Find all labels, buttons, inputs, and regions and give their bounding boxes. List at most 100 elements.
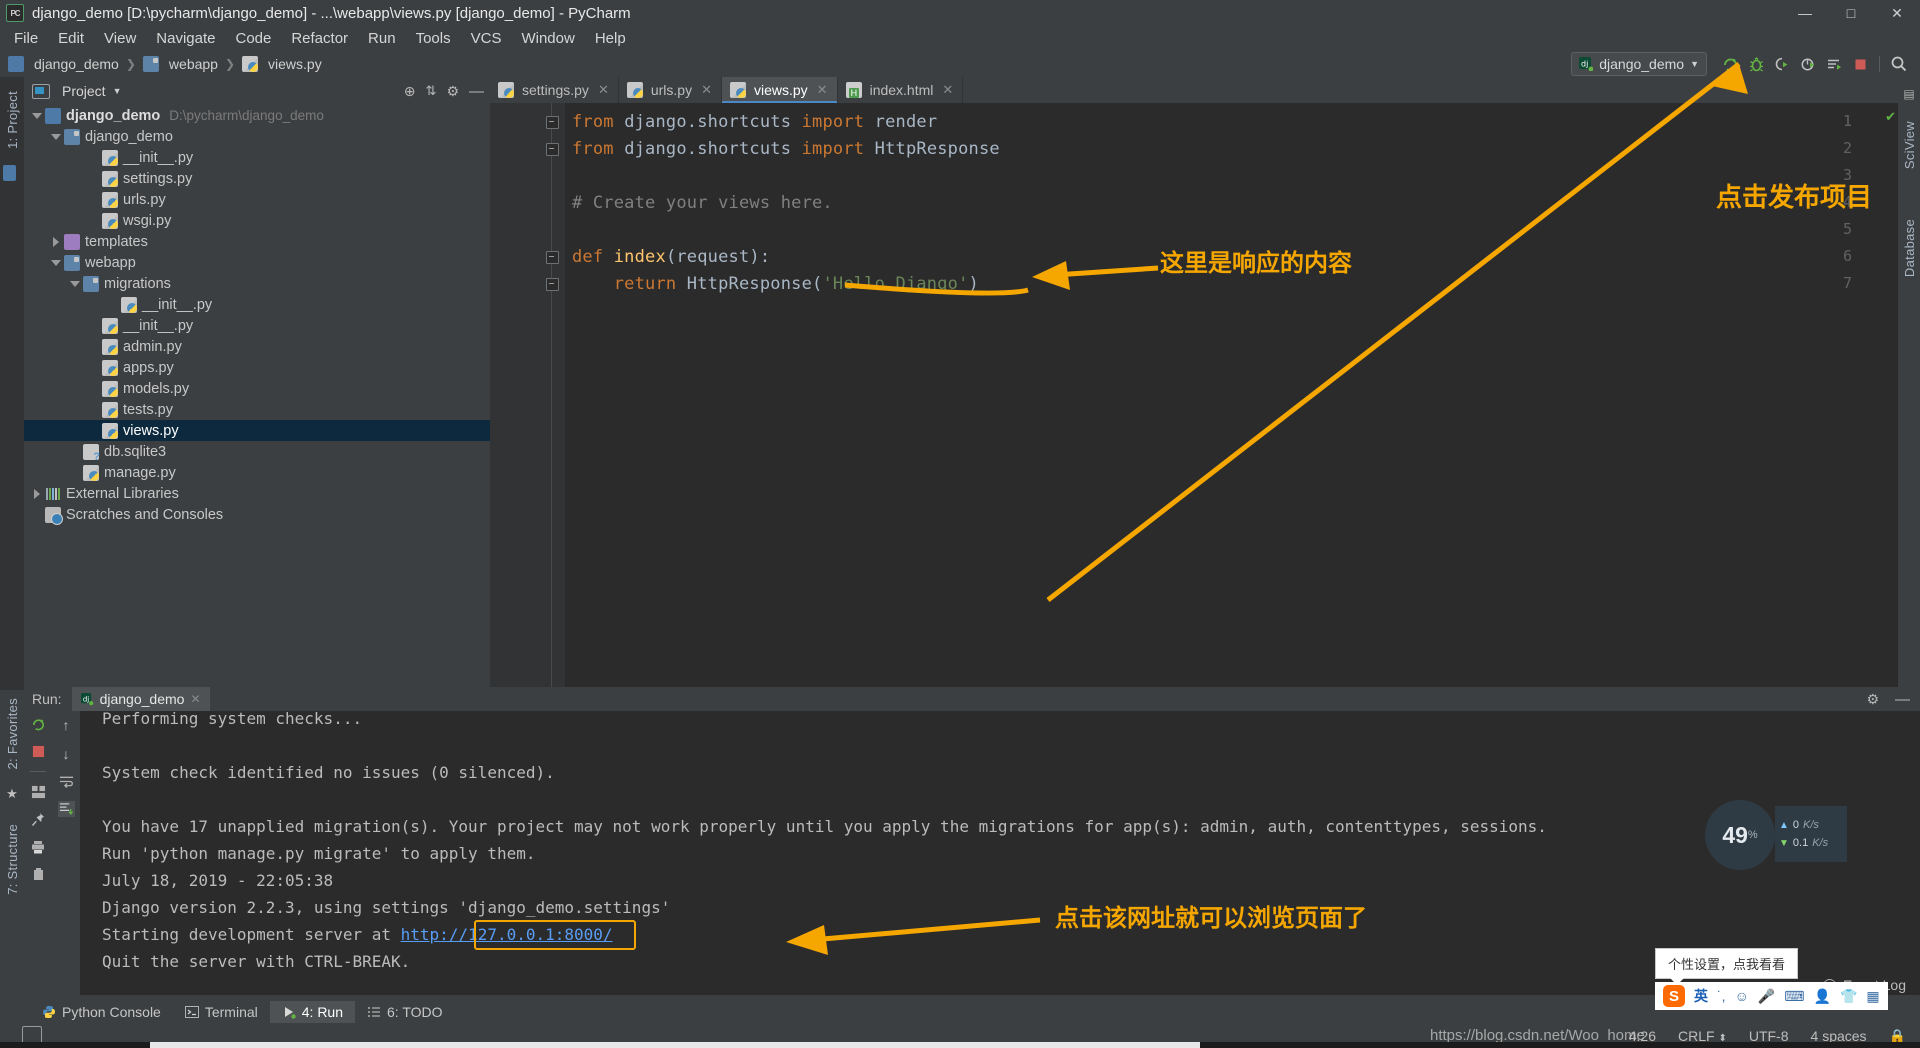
skin-icon[interactable]: 👕 — [1840, 988, 1857, 1005]
close-icon[interactable]: ✕ — [701, 82, 712, 98]
minimize-button[interactable]: — — [1782, 0, 1828, 26]
editor-tab-views-py[interactable]: views.py ✕ — [721, 77, 838, 103]
bottom-button-run[interactable]: 4: Run — [269, 1001, 355, 1023]
menu-run[interactable]: Run — [358, 27, 406, 50]
minimize-icon[interactable]: — — [1895, 691, 1910, 708]
tree-row[interactable]: webapp — [24, 252, 490, 273]
bottom-button-python-console[interactable]: Python Console — [30, 1001, 173, 1023]
voice-icon[interactable]: 🎤 — [1758, 988, 1775, 1005]
gear-icon[interactable]: ⚙ — [446, 83, 459, 100]
close-icon[interactable]: ✕ — [190, 692, 200, 706]
fold-marker-icon[interactable] — [546, 143, 559, 156]
collapse-all-icon[interactable]: ⇅ — [426, 83, 437, 99]
rerun-icon[interactable] — [31, 717, 46, 732]
tree-twisty-icon[interactable] — [49, 130, 62, 143]
run-console-output[interactable]: Performing system checks... System check … — [80, 711, 1920, 995]
run-tab-django-demo[interactable]: dj django_demo ✕ — [71, 687, 210, 711]
emoji-icon[interactable]: ☺ — [1735, 988, 1749, 1004]
tree-twisty-icon[interactable] — [30, 487, 43, 500]
tree-row[interactable]: __init__.py — [24, 147, 490, 168]
tree-row[interactable]: admin.py — [24, 336, 490, 357]
bottom-button-terminal[interactable]: Terminal — [173, 1001, 270, 1023]
locate-target-icon[interactable]: ⊕ — [404, 83, 416, 100]
tree-twisty-icon[interactable] — [49, 235, 62, 248]
tree-row[interactable]: settings.py — [24, 168, 490, 189]
folder-icon[interactable] — [3, 164, 16, 181]
run-with-console-icon[interactable] — [1821, 52, 1847, 76]
tree-row[interactable]: views.py — [24, 420, 490, 441]
tree-row[interactable]: __init__.py — [24, 294, 490, 315]
scroll-to-end-icon[interactable] — [57, 801, 75, 817]
stop-icon[interactable] — [32, 745, 45, 758]
stop-icon[interactable] — [1847, 52, 1873, 76]
sidebar-item-favorites[interactable]: 2: Favorites — [5, 698, 20, 770]
tree-row[interactable]: wsgi.py — [24, 210, 490, 231]
editor-marker-bar[interactable] — [1886, 103, 1898, 687]
project-tree[interactable]: django_demo D:\pycharm\django_demo django_… — [24, 105, 490, 687]
run-coverage-icon[interactable] — [1769, 52, 1795, 76]
sidebar-item-database[interactable]: Database — [1902, 219, 1917, 277]
tree-row[interactable]: db.sqlite3 — [24, 441, 490, 463]
punctuation-icon[interactable]: ˙, — [1717, 988, 1726, 1004]
fold-marker-icon[interactable] — [546, 116, 559, 129]
code-line[interactable]: # Create your views here. — [572, 193, 833, 213]
toolbox-icon[interactable]: ▦ — [1866, 988, 1879, 1005]
close-button[interactable]: ✕ — [1874, 0, 1920, 26]
pin-icon[interactable] — [31, 812, 45, 827]
tree-row[interactable]: models.py — [24, 378, 490, 399]
menu-edit[interactable]: Edit — [48, 27, 94, 50]
tree-row[interactable]: templates — [24, 231, 490, 252]
delete-icon[interactable] — [32, 867, 45, 881]
grid-icon[interactable]: ▤ — [1903, 87, 1914, 101]
tree-row[interactable]: tests.py — [24, 399, 490, 420]
sidebar-item-sciview[interactable]: SciView — [1902, 121, 1917, 169]
menu-navigate[interactable]: Navigate — [146, 27, 225, 50]
maximize-button[interactable]: □ — [1828, 0, 1874, 26]
menu-tools[interactable]: Tools — [406, 27, 461, 50]
sogou-logo-icon[interactable]: S — [1663, 985, 1685, 1007]
ime-mode-label[interactable]: 英 — [1694, 986, 1708, 1006]
fold-marker-icon[interactable] — [546, 251, 559, 264]
menu-file[interactable]: File — [4, 27, 48, 50]
close-icon[interactable]: ✕ — [817, 82, 828, 98]
profile-icon[interactable] — [1795, 52, 1821, 76]
keyboard-icon[interactable]: ⌨ — [1784, 988, 1804, 1005]
breadcrumb-item-file[interactable]: views.py — [242, 56, 322, 72]
arrow-down-icon[interactable]: ↓ — [63, 746, 70, 762]
chevron-down-icon[interactable]: ▼ — [113, 86, 122, 96]
editor-tab-index-html[interactable]: index.html ✕ — [837, 77, 964, 103]
tree-row[interactable]: urls.py — [24, 189, 490, 210]
tree-row[interactable]: manage.py — [24, 462, 490, 483]
arrow-up-icon[interactable]: ↑ — [63, 717, 70, 733]
code-line[interactable]: from django.shortcuts import HttpRespons… — [572, 139, 1000, 159]
debug-icon[interactable] — [1743, 52, 1769, 76]
menu-view[interactable]: View — [94, 27, 146, 50]
print-icon[interactable] — [31, 840, 45, 854]
tree-row[interactable]: __init__.py — [24, 315, 490, 336]
tree-row[interactable]: Scratches and Consoles — [24, 504, 490, 525]
restore-layout-icon[interactable] — [31, 785, 46, 799]
tree-row[interactable]: migrations — [24, 273, 490, 294]
menu-code[interactable]: Code — [225, 27, 281, 50]
search-everywhere-icon[interactable] — [1886, 52, 1912, 76]
menu-refactor[interactable]: Refactor — [281, 27, 358, 50]
soft-wrap-icon[interactable] — [59, 775, 74, 788]
tree-row[interactable]: apps.py — [24, 357, 490, 378]
run-configuration-selector[interactable]: dj django_demo ▼ — [1571, 52, 1707, 76]
menu-window[interactable]: Window — [511, 27, 584, 50]
sidebar-item-project[interactable]: 1: Project — [5, 91, 20, 149]
gear-icon[interactable]: ⚙ — [1866, 691, 1879, 708]
code-line[interactable]: return HttpResponse('Hello Django') — [572, 274, 979, 294]
editor-tab-urls-py[interactable]: urls.py ✕ — [618, 77, 722, 103]
tree-row[interactable]: External Libraries — [24, 483, 490, 504]
fold-marker-icon[interactable] — [546, 278, 559, 291]
code-line[interactable]: def index(request): — [572, 247, 770, 267]
rerun-icon[interactable] — [1717, 52, 1743, 76]
star-icon[interactable]: ★ — [6, 786, 18, 802]
breadcrumb-item-webapp[interactable]: webapp — [142, 56, 218, 72]
menu-help[interactable]: Help — [585, 27, 636, 50]
sidebar-item-structure[interactable]: 7: Structure — [5, 824, 20, 895]
hide-icon[interactable]: — — [469, 83, 484, 100]
breadcrumb-item-project[interactable]: django_demo — [8, 56, 119, 72]
menu-vcs[interactable]: VCS — [461, 27, 512, 50]
